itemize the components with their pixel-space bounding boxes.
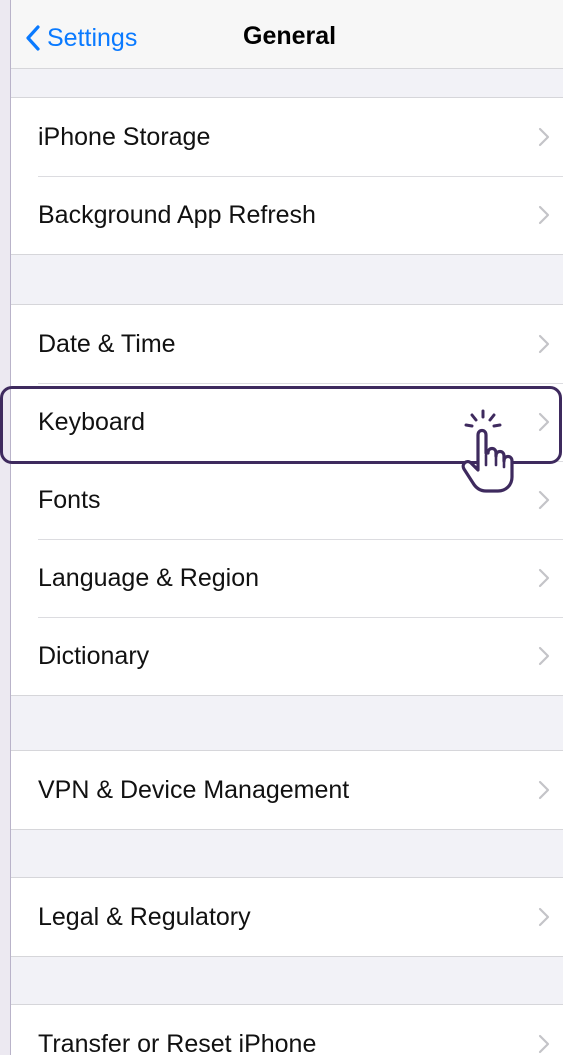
chevron-right-icon bbox=[538, 412, 550, 432]
list-item-label: Date & Time bbox=[38, 329, 176, 358]
chevron-right-icon bbox=[538, 907, 550, 927]
chevron-right-icon bbox=[538, 568, 550, 588]
settings-screen: Settings General iPhone Storage Backgrou… bbox=[10, 0, 563, 1055]
list-item-label: Language & Region bbox=[38, 563, 260, 592]
list-item-label: Fonts bbox=[38, 485, 101, 514]
settings-group-storage: iPhone Storage Background App Refresh bbox=[11, 97, 563, 255]
list-item-label: Dictionary bbox=[38, 641, 150, 670]
list-item-date-time[interactable]: Date & Time bbox=[11, 305, 563, 383]
chevron-right-icon bbox=[538, 646, 550, 666]
list-item-vpn-device-management[interactable]: VPN & Device Management bbox=[11, 751, 563, 829]
chevron-right-icon bbox=[538, 334, 550, 354]
chevron-right-icon bbox=[538, 490, 550, 510]
list-item-iphone-storage[interactable]: iPhone Storage bbox=[11, 98, 563, 176]
chevron-left-icon bbox=[26, 25, 40, 51]
settings-group-vpn: VPN & Device Management bbox=[11, 750, 563, 830]
settings-group-reset: Transfer or Reset iPhone bbox=[11, 1004, 563, 1055]
list-item-label: VPN & Device Management bbox=[38, 775, 350, 804]
list-item-dictionary[interactable]: Dictionary bbox=[11, 617, 563, 695]
list-item-label: Background App Refresh bbox=[38, 200, 316, 229]
list-item-language-region[interactable]: Language & Region bbox=[11, 539, 563, 617]
page-title: General bbox=[243, 22, 337, 50]
chevron-right-icon bbox=[538, 205, 550, 225]
chevron-right-icon bbox=[538, 127, 550, 147]
list-item-label: Legal & Regulatory bbox=[38, 902, 251, 931]
list-item-legal-regulatory[interactable]: Legal & Regulatory bbox=[11, 878, 563, 956]
navigation-bar: Settings General bbox=[11, 0, 563, 69]
list-item-label: Transfer or Reset iPhone bbox=[38, 1029, 317, 1055]
list-item-transfer-reset-iphone[interactable]: Transfer or Reset iPhone bbox=[11, 1005, 563, 1055]
chevron-right-icon bbox=[538, 780, 550, 800]
back-label: Settings bbox=[47, 23, 138, 52]
tap-hand-icon bbox=[461, 409, 514, 493]
list-item-label: Keyboard bbox=[38, 407, 146, 436]
list-item-background-app-refresh[interactable]: Background App Refresh bbox=[11, 176, 563, 254]
chevron-right-icon bbox=[538, 1034, 550, 1054]
settings-group-legal: Legal & Regulatory bbox=[11, 877, 563, 957]
settings-group-input: Date & Time Keyboard Fonts Language & Re… bbox=[11, 304, 563, 696]
list-item-label: iPhone Storage bbox=[38, 122, 211, 151]
back-button[interactable]: Settings bbox=[25, 20, 137, 56]
